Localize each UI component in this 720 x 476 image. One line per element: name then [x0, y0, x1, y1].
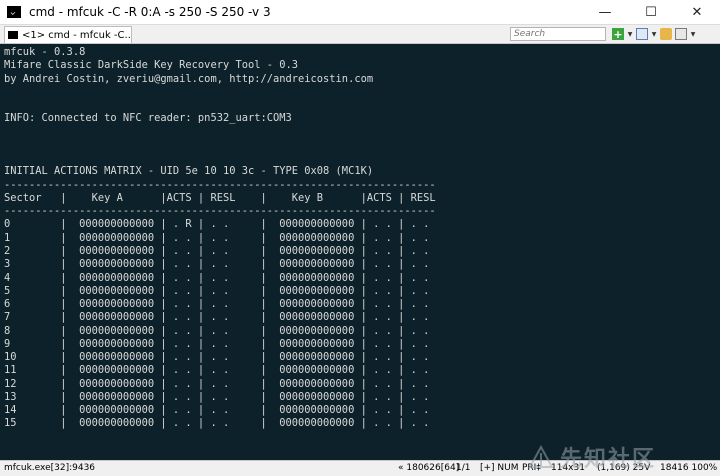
toolbar-icons: + ▼ ▼ ▼ — [612, 28, 696, 41]
console-line: 6 | 000000000000 | . . | . . | 000000000… — [4, 298, 430, 311]
console-line: 5 | 000000000000 | . . | . . | 000000000… — [4, 284, 430, 297]
minimize-button[interactable]: — — [582, 0, 628, 24]
console-app-icon — [7, 6, 21, 18]
view-icon[interactable] — [636, 28, 648, 40]
console-line: 3 | 000000000000 | . . | . . | 000000000… — [4, 258, 430, 271]
status-keys: [+] NUM — [480, 463, 519, 473]
dropdown-icon[interactable]: ▼ — [690, 28, 696, 40]
close-button[interactable]: ✕ — [674, 0, 720, 24]
settings-icon[interactable] — [675, 28, 687, 40]
console-line: ----------------------------------------… — [4, 178, 436, 191]
window-controls: — ☐ ✕ — [582, 0, 720, 24]
maximize-button[interactable]: ☐ — [628, 0, 674, 24]
console-line: 0 | 000000000000 | . R | . . | 000000000… — [4, 218, 430, 231]
status-memory: 18416 100% — [660, 463, 718, 473]
console-tab[interactable]: <1> cmd - mfcuk -C... — [4, 26, 132, 43]
console-line: 1 | 000000000000 | . . | . . | 000000000… — [4, 231, 430, 244]
console-output[interactable]: mfcuk - 0.3.8 Mifare Classic DarkSide Ke… — [0, 44, 720, 460]
lock-icon[interactable] — [660, 28, 672, 40]
dropdown-icon[interactable]: ▼ — [651, 28, 657, 40]
console-line: mfcuk - 0.3.8 — [4, 46, 86, 58]
console-line: Sector | Key A |ACTS | RESL | Key B |ACT… — [4, 191, 436, 204]
watermark-logo-icon — [528, 445, 554, 468]
dropdown-icon[interactable]: ▼ — [627, 28, 633, 40]
console-line: Mifare Classic DarkSide Key Recovery Too… — [4, 59, 299, 72]
console-line: 9 | 000000000000 | . . | . . | 000000000… — [4, 337, 430, 350]
console-line: 13 | 000000000000 | . . | . . | 00000000… — [4, 390, 430, 403]
console-line: 4 | 000000000000 | . . | . . | 000000000… — [4, 271, 430, 284]
status-build: « 180626[64] — [398, 463, 460, 473]
console-line: 7 | 000000000000 | . . | . . | 000000000… — [4, 311, 430, 324]
console-line: 10 | 000000000000 | . . | . . | 00000000… — [4, 351, 430, 364]
status-position: 1/1 — [456, 463, 471, 473]
console-line: 11 | 000000000000 | . . | . . | 00000000… — [4, 364, 430, 377]
title-bar[interactable]: cmd - mfcuk -C -R 0:A -s 250 -S 250 -v 3… — [0, 0, 720, 24]
console-tab-icon — [8, 31, 18, 39]
console-line: 8 | 000000000000 | . . | . . | 000000000… — [4, 324, 430, 337]
console-text: mfcuk - 0.3.8 Mifare Classic DarkSide Ke… — [0, 44, 720, 431]
console-line: 12 | 000000000000 | . . | . . | 00000000… — [4, 377, 430, 390]
console-line: 14 | 000000000000 | . . | . . | 00000000… — [4, 404, 430, 417]
console-line: INFO: Connected to NFC reader: pn532_uar… — [4, 112, 292, 125]
status-process: mfcuk.exe[32]:9436 — [4, 463, 96, 473]
console-line: 15 | 000000000000 | . . | . . | 00000000… — [4, 417, 430, 430]
add-console-icon[interactable]: + — [612, 28, 624, 41]
console-tab-label: <1> cmd - mfcuk -C... — [22, 29, 132, 41]
search-input[interactable] — [510, 27, 606, 41]
console-line: INITIAL ACTIONS MATRIX - UID 5e 10 10 3c… — [4, 165, 374, 178]
console-line: 2 | 000000000000 | . . | . . | 000000000… — [4, 244, 430, 257]
watermark-text: 先知社区 — [560, 447, 657, 472]
watermark: 先知社区 — [528, 441, 656, 473]
console-line: ----------------------------------------… — [4, 205, 436, 218]
console-line: by Andrei Costin, zveriu@gmail.com, http… — [4, 72, 374, 85]
tab-toolbar: <1> cmd - mfcuk -C... + ▼ ▼ ▼ — [0, 24, 720, 44]
window-title: cmd - mfcuk -C -R 0:A -s 250 -S 250 -v 3 — [29, 5, 271, 19]
